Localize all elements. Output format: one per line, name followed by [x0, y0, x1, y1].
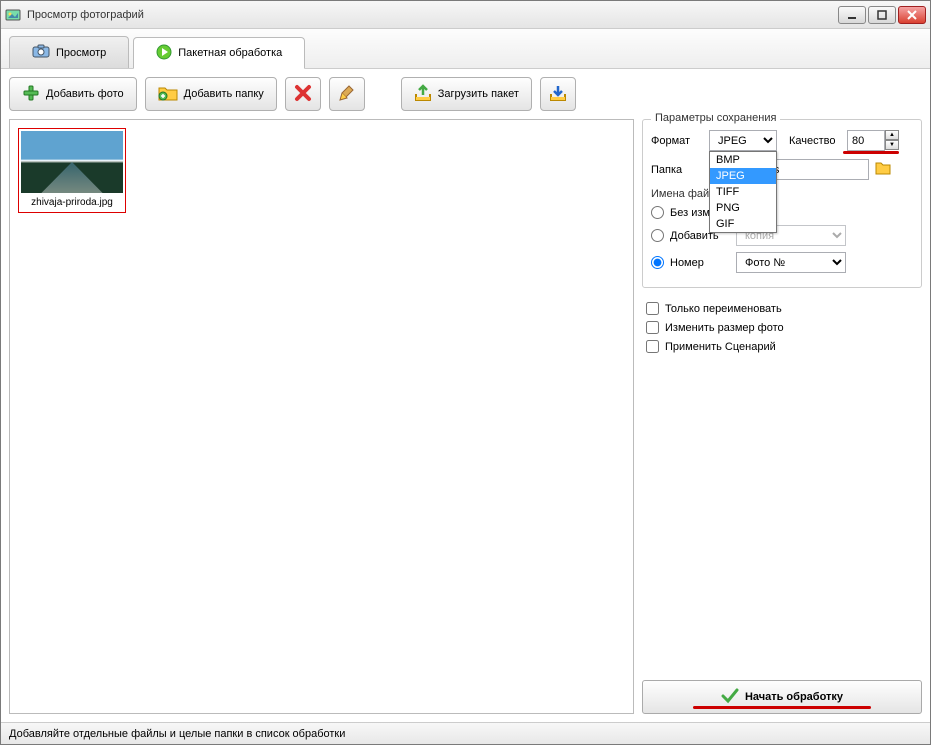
format-option-jpeg[interactable]: JPEG: [710, 168, 776, 184]
delete-button[interactable]: [285, 77, 321, 111]
tab-batch-label: Пакетная обработка: [178, 47, 282, 59]
file-list[interactable]: zhivaja-priroda.jpg: [9, 119, 634, 714]
quality-up-button[interactable]: ▲: [885, 130, 899, 140]
folder-label: Папка: [651, 164, 703, 176]
quality-input[interactable]: [847, 130, 885, 151]
thumbnail-image: [21, 131, 123, 193]
check-icon: [721, 687, 739, 708]
titlebar: Просмотр фотографий: [1, 1, 930, 29]
format-select[interactable]: JPEG: [709, 130, 777, 151]
toolbar: Добавить фото Добавить папку Загрузить п…: [1, 69, 930, 119]
checkbox-rename-label: Только переименовать: [665, 303, 782, 315]
load-batch-label: Загрузить пакет: [438, 88, 519, 100]
checkbox-rename-only[interactable]: [646, 302, 659, 315]
tab-batch[interactable]: Пакетная обработка: [133, 37, 305, 69]
window-title: Просмотр фотографий: [27, 9, 838, 21]
upload-icon: [414, 84, 432, 105]
app-icon: [5, 7, 21, 23]
thumbnail-caption: zhivaja-priroda.jpg: [21, 193, 123, 210]
start-processing-button[interactable]: Начать обработку: [642, 680, 922, 714]
format-option-bmp[interactable]: BMP: [710, 152, 776, 168]
load-batch-button[interactable]: Загрузить пакет: [401, 77, 532, 111]
plus-icon: [22, 84, 40, 105]
number-select[interactable]: Фото №: [736, 252, 846, 273]
add-photo-label: Добавить фото: [46, 88, 124, 100]
radio-nochange[interactable]: [651, 206, 664, 219]
save-params-title: Параметры сохранения: [651, 112, 780, 124]
maximize-button[interactable]: [868, 6, 896, 24]
format-option-gif[interactable]: GIF: [710, 216, 776, 232]
tab-bar: Просмотр Пакетная обработка: [1, 29, 930, 69]
minimize-button[interactable]: [838, 6, 866, 24]
radio-number[interactable]: [651, 256, 664, 269]
format-label: Формат: [651, 135, 703, 147]
add-folder-button[interactable]: Добавить папку: [145, 77, 277, 111]
format-option-png[interactable]: PNG: [710, 200, 776, 216]
checkbox-resize-label: Изменить размер фото: [665, 322, 784, 334]
tab-view-label: Просмотр: [56, 47, 106, 59]
close-button[interactable]: [898, 6, 926, 24]
add-photo-button[interactable]: Добавить фото: [9, 77, 137, 111]
play-icon: [156, 44, 172, 63]
add-folder-label: Добавить папку: [184, 88, 264, 100]
checkbox-resize[interactable]: [646, 321, 659, 334]
checkbox-scenario[interactable]: [646, 340, 659, 353]
start-btn-label: Начать обработку: [745, 691, 843, 703]
tab-view[interactable]: Просмотр: [9, 36, 129, 68]
format-option-tiff[interactable]: TIFF: [710, 184, 776, 200]
camera-icon: [32, 44, 50, 61]
quality-down-button[interactable]: ▼: [885, 140, 899, 150]
delete-icon: [294, 84, 312, 105]
radio-add[interactable]: [651, 229, 664, 242]
browse-folder-button[interactable]: [875, 161, 891, 178]
folder-plus-icon: [158, 85, 178, 104]
radio-number-label: Номер: [670, 257, 730, 269]
file-thumbnail[interactable]: zhivaja-priroda.jpg: [18, 128, 126, 213]
clear-button[interactable]: [329, 77, 365, 111]
format-dropdown: BMP JPEG TIFF PNG GIF: [709, 151, 777, 233]
save-batch-button[interactable]: [540, 77, 576, 111]
quality-label: Качество: [789, 135, 841, 147]
broom-icon: [338, 84, 356, 105]
download-icon: [549, 84, 567, 105]
status-text: Добавляйте отдельные файлы и целые папки…: [9, 728, 345, 740]
checkbox-scenario-label: Применить Сценарий: [665, 341, 776, 353]
status-bar: Добавляйте отдельные файлы и целые папки…: [1, 722, 930, 744]
save-params-group: Параметры сохранения Формат JPEG BMP JPE…: [642, 119, 922, 288]
